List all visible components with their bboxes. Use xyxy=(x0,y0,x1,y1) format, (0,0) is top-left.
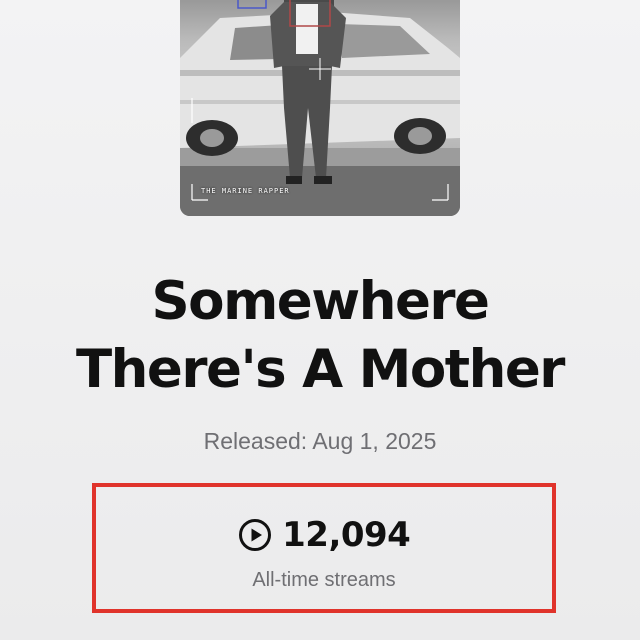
artwork-caption: THE MARINE RAPPER xyxy=(201,187,290,195)
streams-count: 12,094 xyxy=(282,515,411,555)
track-stats-screen: THE MARINE RAPPER Somewhere There's A Mo… xyxy=(0,0,640,640)
streams-stat-card: 12,094 All-time streams xyxy=(92,483,556,613)
streams-label: All-time streams xyxy=(252,569,396,591)
streams-row: 12,094 xyxy=(96,515,552,555)
play-circle-icon xyxy=(238,519,271,551)
release-date: Released: Aug 1, 2025 xyxy=(203,428,437,454)
track-title-line-2: There's A Mother xyxy=(76,339,565,400)
track-title-line-1: Somewhere xyxy=(151,271,490,332)
album-artwork[interactable]: THE MARINE RAPPER xyxy=(180,0,460,216)
album-artwork-image xyxy=(180,0,460,216)
track-title: Somewhere There's A Mother xyxy=(0,268,640,404)
